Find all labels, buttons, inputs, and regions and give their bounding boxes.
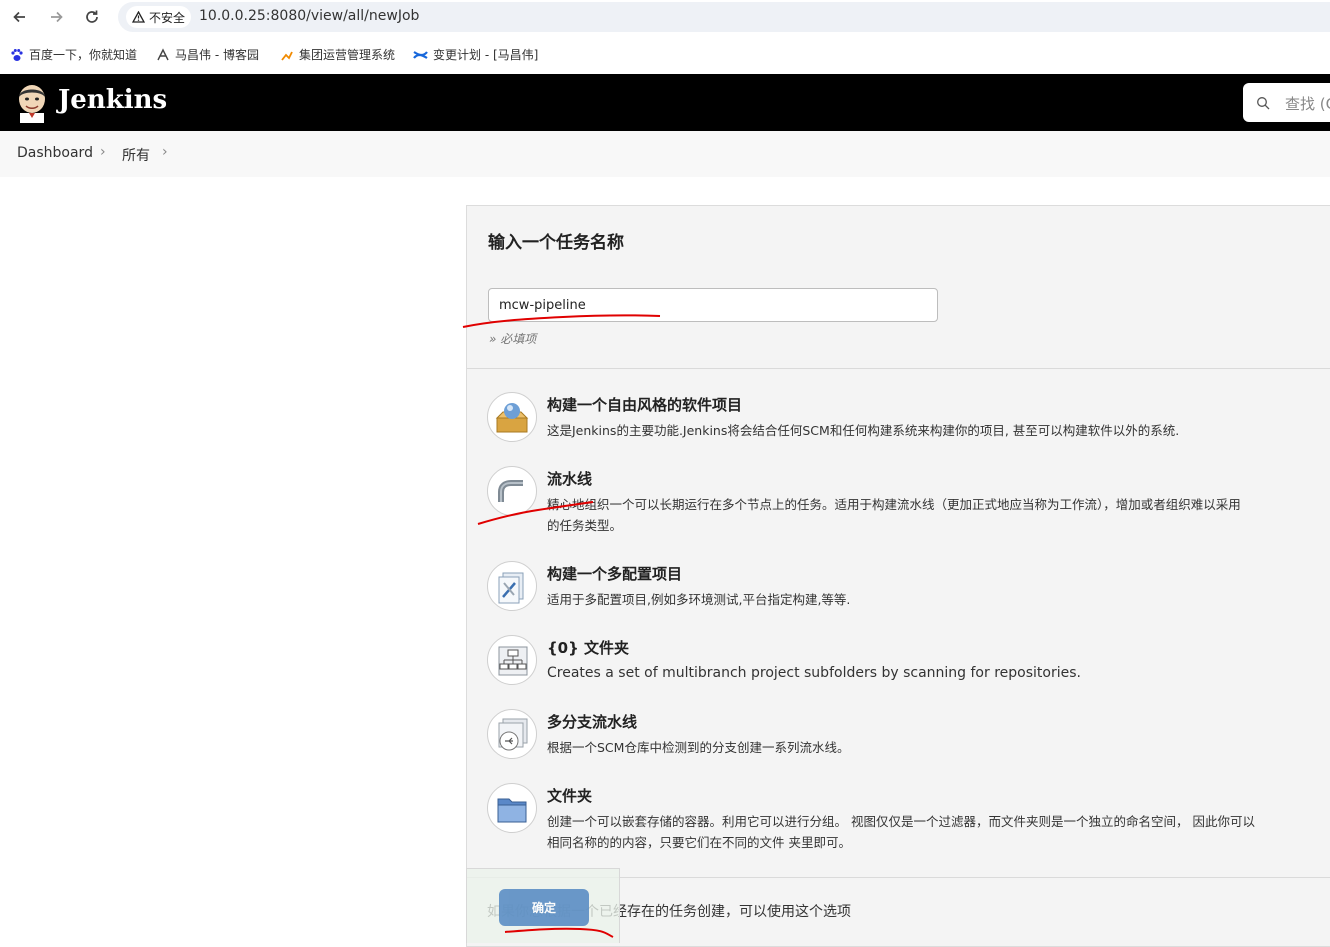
bookmark-label: 马昌伟 - 博客园 xyxy=(175,48,259,62)
job-type-name: 构建一个多配置项目 xyxy=(547,565,683,583)
job-type-folder[interactable]: 文件夹 创建一个可以嵌套存储的容器。利用它可以进行分组。 视图仅仅是一个过滤器，… xyxy=(487,783,1330,853)
job-name-input[interactable] xyxy=(488,288,938,322)
multibranch-icon xyxy=(487,709,537,759)
jenkins-header: Jenkins 查找 (C xyxy=(0,74,1330,131)
job-type-org-folder[interactable]: {0} 文件夹 Creates a set of multibranch pro… xyxy=(487,635,1330,685)
job-type-pipeline[interactable]: 流水线 精心地组织一个可以长期运行在多个节点上的任务。适用于构建流水线（更加正式… xyxy=(487,466,1330,536)
security-label: 不安全 xyxy=(149,10,186,25)
browser-toolbar: 不安全 10.0.0.25:8080/view/all/newJob xyxy=(0,0,1330,34)
breadcrumb-all[interactable]: 所有 xyxy=(122,145,150,165)
job-type-name: {0} 文件夹 xyxy=(547,639,630,657)
job-type-multiconfig[interactable]: 构建一个多配置项目 适用于多配置项目,例如多环境测试,平台指定构建,等等. xyxy=(487,561,1330,611)
page-title: 输入一个任务名称 xyxy=(488,233,624,253)
job-type-name: 构建一个自由风格的软件项目 xyxy=(547,396,743,414)
bookmark-baidu[interactable]: 百度一下，你就知道 xyxy=(10,46,137,63)
security-chip[interactable]: 不安全 xyxy=(126,6,192,28)
job-type-multibranch[interactable]: 多分支流水线 根据一个SCM仓库中检测到的分支创建一系列流水线。 xyxy=(487,709,1330,759)
folder-icon xyxy=(487,783,537,833)
search-box[interactable]: 查找 (C xyxy=(1243,83,1330,122)
bookmark-label: 变更计划 - [马昌伟] xyxy=(433,48,539,62)
job-type-name: 文件夹 xyxy=(547,787,593,805)
reload-icon[interactable] xyxy=(80,5,104,29)
bookmarks-bar: 百度一下，你就知道 马昌伟 - 博客园 集团运营管理系统 变更计划 - [马昌伟… xyxy=(0,40,1330,68)
url-text[interactable]: 10.0.0.25:8080/view/all/newJob xyxy=(199,8,419,24)
forward-icon[interactable] xyxy=(44,5,68,29)
job-type-name: 多分支流水线 xyxy=(547,713,638,731)
form-footer: 确定 xyxy=(466,868,620,943)
confluence-icon xyxy=(413,50,428,59)
chevron-right-icon[interactable]: › xyxy=(162,144,168,160)
warning-icon xyxy=(132,11,145,23)
multiconfig-icon xyxy=(487,561,537,611)
breadcrumb-dashboard[interactable]: Dashboard xyxy=(17,145,93,161)
search-placeholder: 查找 (C xyxy=(1285,95,1330,113)
jenkins-logo-icon[interactable] xyxy=(16,83,48,123)
ops-system-icon xyxy=(281,51,293,61)
org-folder-icon xyxy=(487,635,537,685)
job-type-desc: 根据一个SCM仓库中检测到的分支创建一系列流水线。 xyxy=(547,740,850,755)
ok-button[interactable]: 确定 xyxy=(499,889,589,926)
job-type-desc-cont: 的任务类型。 xyxy=(547,518,623,533)
address-bar[interactable]: 不安全 10.0.0.25:8080/view/all/newJob xyxy=(118,2,1330,32)
bookmark-change-plan[interactable]: 变更计划 - [马昌伟] xyxy=(413,46,538,63)
breadcrumb: Dashboard › 所有 › xyxy=(0,131,1330,177)
job-type-freestyle[interactable]: 构建一个自由风格的软件项目 这是Jenkins的主要功能.Jenkins将会结合… xyxy=(487,392,1330,442)
new-job-panel: 输入一个任务名称 » 必填项 构建一个自由风格的软件项目 这是Jenkins的主… xyxy=(466,205,1330,947)
job-type-name: 流水线 xyxy=(547,470,593,488)
bookmark-label: 百度一下，你就知道 xyxy=(29,48,138,62)
bookmark-cnblogs[interactable]: 马昌伟 - 博客园 xyxy=(156,46,259,63)
job-type-desc: 适用于多配置项目,例如多环境测试,平台指定构建,等等. xyxy=(547,592,851,607)
job-type-desc: Creates a set of multibranch project sub… xyxy=(547,665,1081,681)
pipeline-icon xyxy=(487,466,537,516)
job-type-desc: 精心地组织一个可以长期运行在多个节点上的任务。适用于构建流水线（更加正式地应当称… xyxy=(547,497,1241,512)
divider xyxy=(467,368,1330,369)
required-hint: » 必填项 xyxy=(489,332,537,346)
bookmark-ops[interactable]: 集团运营管理系统 xyxy=(280,46,395,63)
cnblogs-icon xyxy=(157,47,169,60)
bookmark-label: 集团运营管理系统 xyxy=(299,48,396,62)
search-icon xyxy=(1257,97,1270,110)
freestyle-icon xyxy=(487,392,537,442)
job-type-desc-cont: 相同名称的的内容，只要它们在不同的文件 夹里即可。 xyxy=(547,835,851,850)
chevron-right-icon[interactable]: › xyxy=(100,144,106,160)
baidu-paw-icon xyxy=(11,48,23,61)
job-type-desc: 创建一个可以嵌套存储的容器。利用它可以进行分组。 视图仅仅是一个过滤器，而文件夹… xyxy=(547,814,1255,829)
job-type-desc: 这是Jenkins的主要功能.Jenkins将会结合任何SCM和任何构建系统来构… xyxy=(547,423,1180,438)
jenkins-brand[interactable]: Jenkins xyxy=(58,85,167,115)
back-icon[interactable] xyxy=(8,5,32,29)
